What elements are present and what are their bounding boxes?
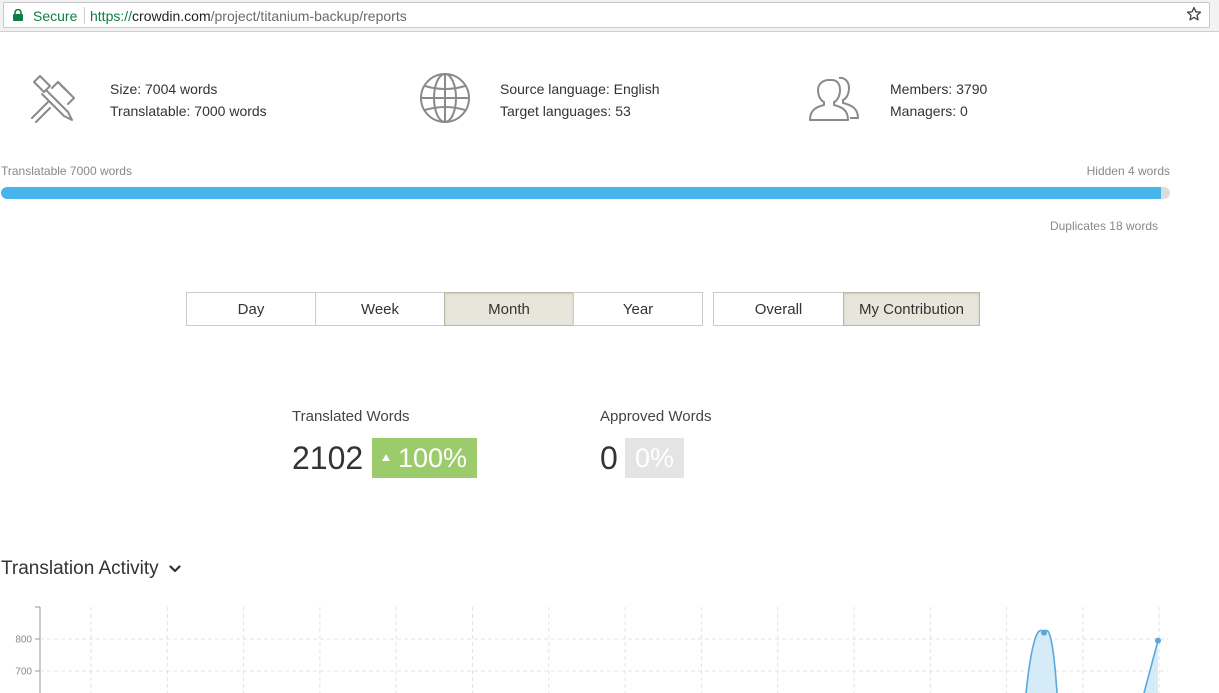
members-text: Members: 3790 <box>890 81 988 97</box>
lock-icon <box>13 9 23 21</box>
url-host: crowdin.com <box>132 8 211 24</box>
translation-activity-heading[interactable]: Translation Activity <box>1 558 181 580</box>
url-scheme: https:// <box>90 8 133 24</box>
period-button-group: Day Week Month Year <box>186 292 703 326</box>
period-button-year[interactable]: Year <box>573 292 703 326</box>
translation-activity-title: Translation Activity <box>1 558 159 579</box>
target-languages-text: Target languages: 53 <box>500 103 631 119</box>
chart-point <box>1041 629 1047 636</box>
scope-button-my-contribution[interactable]: My Contribution <box>843 292 980 326</box>
omnibox-separator <box>84 7 85 24</box>
translated-words-value: 2102 <box>292 440 364 476</box>
secure-label: Secure <box>33 8 78 24</box>
url-omnibox[interactable]: Secure https://crowdin.com/project/titan… <box>3 2 1210 28</box>
chart-y-tick-label: 800 <box>15 635 32 646</box>
translation-progress-bar <box>1 187 1170 199</box>
size-text: Size: 7004 words <box>110 81 218 97</box>
translated-words-label: Translated Words <box>292 408 410 425</box>
url-path: /project/titanium-backup/reports <box>210 8 407 24</box>
size-info: Size: 7004 words Translatable: 7000 word… <box>110 78 267 122</box>
period-button-month[interactable]: Month <box>444 292 574 326</box>
browser-address-bar: Secure https://crowdin.com/project/titan… <box>0 0 1219 32</box>
chart-y-tick-label: 700 <box>15 667 32 678</box>
hidden-words-label: Hidden 4 words <box>1086 164 1170 178</box>
translated-change-badge: 100% <box>372 438 478 478</box>
progress-fill <box>1 187 1161 199</box>
users-icon <box>809 76 859 121</box>
managers-text: Managers: 0 <box>890 103 968 119</box>
translation-activity-chart: 800 700 <box>15 606 1168 693</box>
chart-point <box>1155 637 1161 644</box>
triangle-up-icon <box>382 454 390 461</box>
translated-change-value: 100% <box>398 443 468 473</box>
approved-words-label: Approved Words <box>600 408 712 425</box>
period-button-day[interactable]: Day <box>186 292 316 326</box>
translatable-text: Translatable: 7000 words <box>110 103 267 119</box>
chevron-down-icon[interactable] <box>169 563 181 575</box>
duplicates-label: Duplicates 18 words <box>1049 219 1158 233</box>
scope-button-group: Overall My Contribution <box>713 292 980 326</box>
source-language-text: Source language: English <box>500 81 660 97</box>
approved-change-value: 0% <box>635 443 675 473</box>
calipers-icon <box>31 75 75 123</box>
approved-words-value: 0 <box>600 440 618 476</box>
star-icon[interactable] <box>1186 6 1202 22</box>
globe-icon <box>420 73 470 123</box>
approved-change-badge: 0% <box>625 438 685 478</box>
language-info: Source language: English Target language… <box>500 78 660 122</box>
period-button-week[interactable]: Week <box>315 292 445 326</box>
translatable-progress-label: Translatable 7000 words <box>1 164 132 178</box>
members-info: Members: 3790 Managers: 0 <box>890 78 987 122</box>
url-text[interactable]: https://crowdin.com/project/titanium-bac… <box>90 8 407 24</box>
scope-button-overall[interactable]: Overall <box>713 292 844 326</box>
